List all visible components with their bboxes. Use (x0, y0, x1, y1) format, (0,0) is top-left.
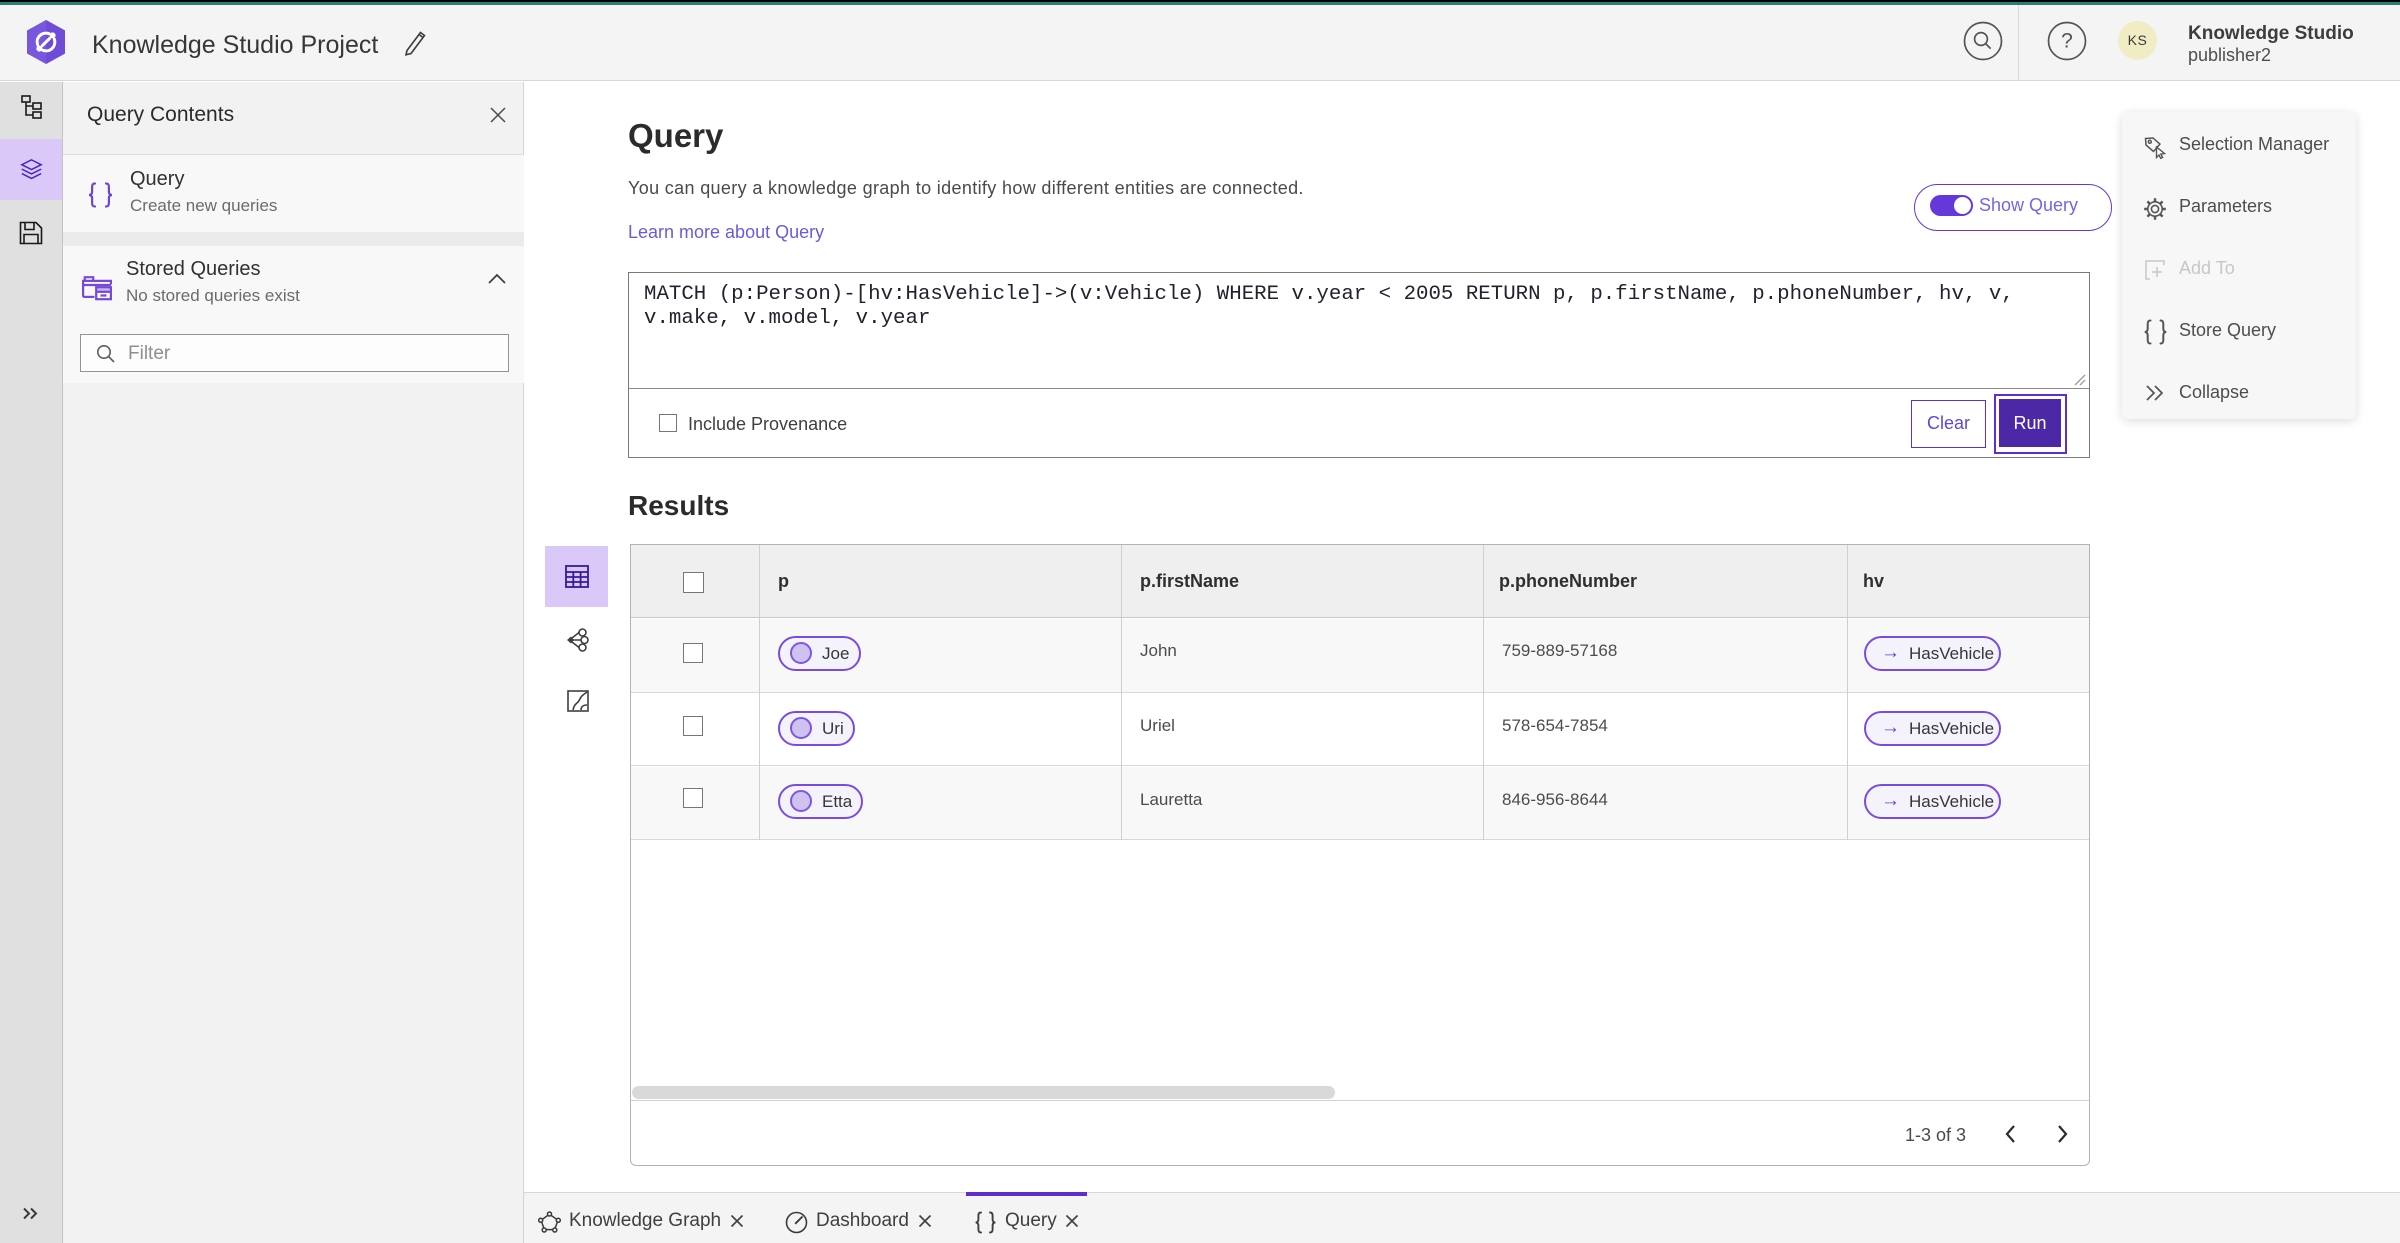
svg-text:?: ? (2061, 30, 2073, 53)
